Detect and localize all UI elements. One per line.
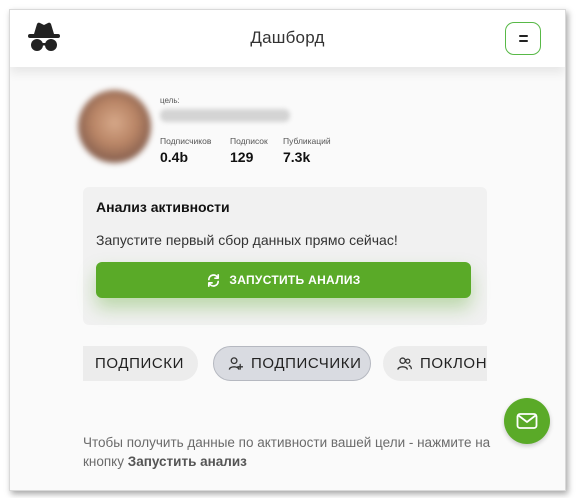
stat-following: Подписок 129 xyxy=(230,136,268,165)
target-name-blurred xyxy=(160,109,290,122)
tab-label: ПОДПИСКИ xyxy=(95,355,184,372)
hint-action: Запустить анализ xyxy=(127,454,247,469)
tabs-strip[interactable]: ПОДПИСКИ ПОДПИСЧИКИ ПОКЛОННИКИ xyxy=(83,344,487,384)
mail-button[interactable] xyxy=(504,398,550,444)
activity-card: Анализ активности Запустите первый сбор … xyxy=(83,187,487,325)
users-icon xyxy=(397,357,412,370)
stat-value: 0.4b xyxy=(160,149,189,165)
tab-followers[interactable]: ПОДПИСЧИКИ xyxy=(213,346,371,381)
run-analysis-label: ЗАПУСТИТЬ АНАЛИЗ xyxy=(229,273,361,287)
activity-text: Запустите первый сбор данных прямо сейча… xyxy=(96,232,398,248)
avatar xyxy=(78,90,151,163)
page-title: Дашборд xyxy=(250,28,325,47)
mail-icon xyxy=(516,413,538,429)
tab-following[interactable]: ПОДПИСКИ xyxy=(83,346,198,381)
activity-title: Анализ активности xyxy=(96,199,230,215)
tab-label: ПОКЛОННИКИ xyxy=(420,355,487,372)
tab-label: ПОДПИСЧИКИ xyxy=(251,355,362,372)
menu-button[interactable] xyxy=(505,22,541,55)
tab-admirers[interactable]: ПОКЛОННИКИ xyxy=(383,346,487,381)
app-window: Дашборд цель: Подписчиков 0.4b Подписок … xyxy=(9,9,566,491)
refresh-icon xyxy=(208,273,220,287)
target-label: цель: xyxy=(160,96,180,105)
stat-value: 7.3k xyxy=(283,149,311,165)
stat-posts: Публикаций 7.3k xyxy=(283,136,331,165)
stat-value: 129 xyxy=(230,149,254,165)
activity-hint: Чтобы получить данные по активности ваше… xyxy=(83,433,503,471)
run-analysis-button[interactable]: ЗАПУСТИТЬ АНАЛИЗ xyxy=(96,262,471,298)
stat-label: Публикаций xyxy=(283,136,331,146)
top-header: Дашборд xyxy=(10,10,565,67)
stat-followers: Подписчиков 0.4b xyxy=(160,136,211,165)
stat-label: Подписчиков xyxy=(160,136,212,146)
user-minus-icon xyxy=(83,356,87,371)
stat-label: Подписок xyxy=(230,136,268,146)
user-plus-icon xyxy=(228,357,243,370)
menu-icon xyxy=(518,35,528,37)
